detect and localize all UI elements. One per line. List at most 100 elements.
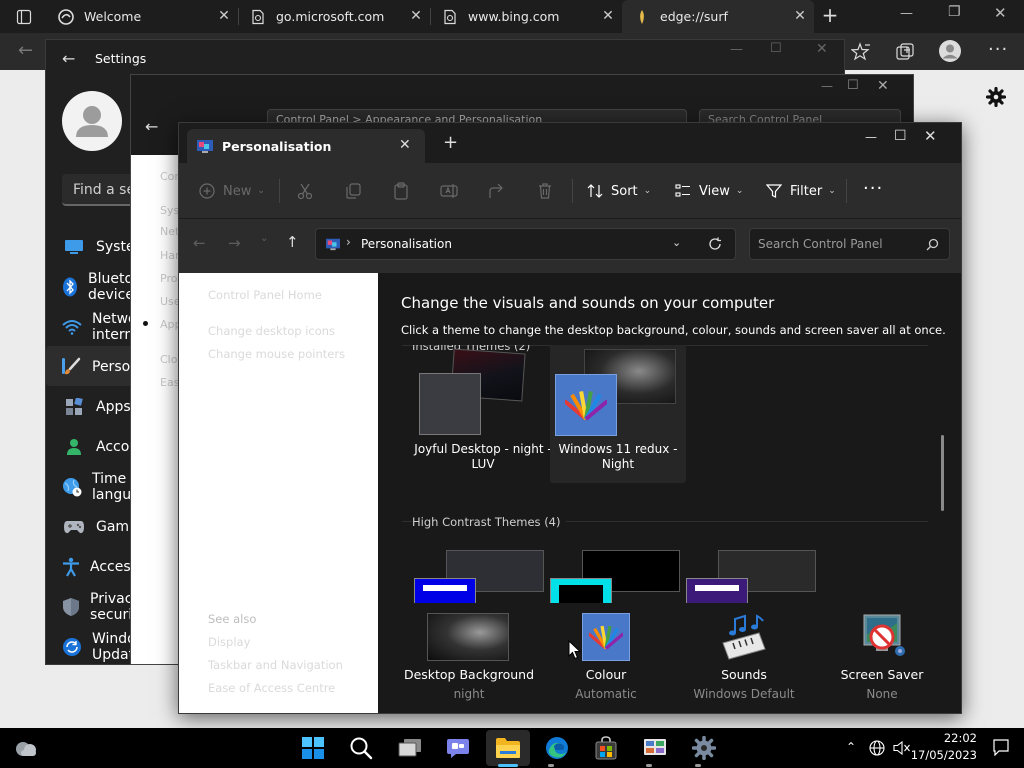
delete-icon[interactable] [536,182,554,200]
clock-date[interactable]: 17/05/2023 [901,748,977,762]
control-panel-home-link[interactable]: Control Panel Home [208,288,322,302]
theme-joyful-desktop[interactable]: Joyful Desktop - night - LUV [414,345,556,485]
address-dropdown-icon[interactable]: ⌄ [672,236,681,249]
close-tab-icon[interactable]: ✕ [216,8,232,24]
change-mouse-pointers-link[interactable]: Change mouse pointers [208,347,345,361]
settings-gear-icon[interactable] [986,87,1006,107]
forward-arrow-icon[interactable]: → [228,234,241,252]
desktop-background-setting[interactable]: Desktop Background night [399,609,539,709]
new-button[interactable]: New ⌄ [199,163,265,219]
edge-close-button[interactable]: ✕ [994,4,1007,22]
cp-side-item[interactable]: Programs [160,272,178,285]
edge-restore-button[interactable]: ❐ [948,4,961,20]
cp-side-item[interactable]: Ease of Access [160,376,178,389]
weather-icon[interactable] [6,732,46,764]
explorer-minimize-button[interactable]: — [865,130,877,144]
back-arrow-icon[interactable]: ← [193,234,206,252]
cp-side-item[interactable]: Hardware [160,249,178,262]
taskbar-navigation-link[interactable]: Taskbar and Navigation [208,658,343,672]
person-icon [62,438,86,456]
ease-of-access-centre-link[interactable]: Ease of Access Centre [208,681,335,695]
sort-button[interactable]: Sort ⌄ [587,163,651,219]
refresh-icon[interactable] [708,237,722,251]
settings-back-button[interactable]: ← [62,49,75,68]
cp-side-item[interactable]: Clock and Region [160,353,178,366]
start-button[interactable] [293,732,333,764]
control-panel-icon[interactable] [635,732,675,764]
new-tab-button[interactable]: + [820,5,840,25]
change-desktop-icons-link[interactable]: Change desktop icons [208,324,335,338]
high-contrast-theme-3[interactable] [686,550,816,603]
explorer-maximize-button[interactable]: ☐ [894,128,907,144]
settings-maximize-button[interactable]: ☐ [770,41,782,56]
paste-icon[interactable] [392,182,410,200]
high-contrast-theme-2[interactable] [550,550,680,603]
browser-tab-surf[interactable]: edge://surf ✕ [622,0,814,33]
collections-icon[interactable] [895,42,915,62]
close-tab-icon[interactable]: ✕ [399,137,411,153]
back-arrow-icon[interactable]: ← [18,40,33,61]
chevron-down-icon: ⌄ [828,186,836,196]
search-input[interactable]: Search Control Panel [749,228,950,260]
cp-side-item[interactable]: Network [160,225,178,238]
cp-maximize-button[interactable]: ☐ [847,78,859,93]
screen-saver-setting[interactable]: Screen Saver None [812,609,952,709]
theme-colour-swatch [555,374,617,436]
store-icon[interactable] [586,732,626,764]
cp-side-item[interactable]: Control Panel Home [160,170,178,183]
view-label: View [699,183,730,199]
cp-close-button[interactable]: ✕ [877,78,889,94]
view-button[interactable]: View ⌄ [675,163,743,219]
search-placeholder: Search Control Panel [758,237,883,251]
new-tab-button[interactable]: + [443,134,458,152]
favourites-icon[interactable] [851,42,871,62]
profile-avatar[interactable] [939,40,961,62]
cut-icon[interactable] [296,182,314,200]
up-arrow-icon[interactable]: ↑ [286,233,299,251]
sounds-setting[interactable]: Sounds Windows Default [674,609,814,709]
settings-close-button[interactable]: ✕ [816,41,828,57]
scrollbar-thumb[interactable] [941,435,944,511]
hc-swatch [550,578,612,603]
settings-app-icon[interactable] [684,732,724,764]
show-hidden-icons-icon[interactable]: ⌃ [846,740,856,754]
network-globe-icon[interactable] [869,740,885,756]
explorer-tab-personalisation[interactable]: Personalisation ✕ [187,129,425,163]
browser-tab-go-microsoft[interactable]: go.microsoft.com ✕ [238,0,430,33]
search-icon[interactable] [341,732,381,764]
edge-icon[interactable] [537,732,577,764]
browser-tab-bing[interactable]: www.bing.com ✕ [430,0,622,33]
close-tab-icon[interactable]: ✕ [408,8,424,24]
high-contrast-theme-1[interactable] [414,550,544,603]
clock-time[interactable]: 22:02 [921,731,977,745]
browser-tab-welcome[interactable]: Welcome ✕ [46,0,238,33]
cp-back-button[interactable]: ← [145,117,158,136]
colour-setting[interactable]: Colour Automatic [536,609,676,709]
rename-icon[interactable] [440,182,458,200]
filter-button[interactable]: Filter ⌄ [766,163,836,219]
cp-side-item[interactable]: User Accounts [160,295,178,308]
see-more-icon[interactable]: ··· [863,178,883,199]
display-link[interactable]: Display [208,635,250,649]
close-tab-icon[interactable]: ✕ [792,8,808,24]
notification-icon[interactable] [993,739,1009,756]
theme-windows-11-redux[interactable]: Windows 11 redux - Night [550,345,686,483]
copy-icon[interactable] [344,182,362,200]
cp-side-item[interactable]: Appearance and Personalisation [160,318,178,331]
settings-minimize-button[interactable]: — [730,42,743,57]
task-view-icon[interactable] [390,732,430,764]
file-explorer-icon[interactable] [488,732,528,764]
edge-minimize-button[interactable]: — [900,6,913,21]
cp-side-item[interactable]: System [160,204,178,217]
address-bar[interactable]: › Personalisation ⌄ [315,228,736,260]
explorer-close-button[interactable]: ✕ [924,127,937,145]
share-icon[interactable] [488,182,506,200]
teams-chat-icon[interactable] [438,732,478,764]
recent-chevron-icon[interactable]: ⌄ [260,233,268,244]
cp-minimize-button[interactable]: — [821,79,833,93]
more-options-icon[interactable]: ··· [988,39,1008,60]
running-app-indicator [695,764,701,767]
tab-actions-icon[interactable] [16,9,32,25]
close-tab-icon[interactable]: ✕ [600,8,616,24]
browser-tab-bar: Welcome ✕ go.microsoft.com ✕ www.bing.co… [0,0,1024,33]
